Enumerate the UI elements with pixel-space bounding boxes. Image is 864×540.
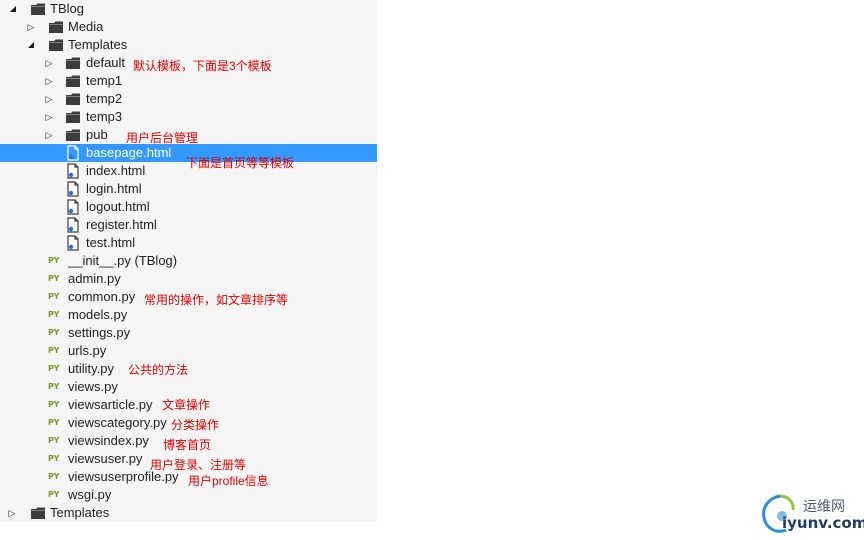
python-file-icon: PY xyxy=(48,382,60,391)
tree-item[interactable]: PY wsgi.py xyxy=(0,486,377,504)
expanded-arrow-icon[interactable]: ◢ xyxy=(7,0,19,18)
tree-item-label: Templates xyxy=(68,37,128,52)
tree-item-label: logout.html xyxy=(86,199,150,214)
html-file-icon xyxy=(65,235,81,251)
folder-icon xyxy=(48,19,64,35)
tree-item-label: wsgi.py xyxy=(68,487,112,502)
tree-item[interactable]: ▷ Templates xyxy=(0,504,377,522)
tree-item-label: default xyxy=(86,55,126,70)
python-file-icon: PY xyxy=(48,400,60,409)
collapsed-arrow-icon[interactable]: ▷ xyxy=(6,504,18,522)
html-file-icon xyxy=(65,181,81,197)
tree-item[interactable]: register.html xyxy=(0,216,377,234)
tree-item[interactable]: ▷ temp2 xyxy=(0,90,377,108)
tree-item-label: temp1 xyxy=(86,73,123,88)
watermark-site-name: 运维网 xyxy=(803,499,845,515)
tree-item-label: models.py xyxy=(68,307,128,322)
collapsed-arrow-icon[interactable]: ▷ xyxy=(43,72,55,90)
collapsed-arrow-icon[interactable]: ▷ xyxy=(25,18,37,36)
tree-item[interactable]: PY utility.py xyxy=(0,360,377,378)
html-file-icon xyxy=(65,163,81,179)
collapsed-arrow-icon[interactable]: ▷ xyxy=(43,108,55,126)
tree-item-label: TBlog xyxy=(50,1,84,16)
folder-icon xyxy=(65,109,81,125)
folder-icon xyxy=(30,1,46,17)
tree-item-label: viewscategory.py xyxy=(68,415,167,430)
tree-item-label: register.html xyxy=(86,217,157,232)
note-viewsuser: 用户登录、注册等 xyxy=(150,458,247,472)
folder-icon xyxy=(65,73,81,89)
tree-item-label: urls.py xyxy=(68,343,107,358)
tree-item-label: login.html xyxy=(86,181,142,196)
tree-item[interactable]: ▷ Media xyxy=(0,18,377,36)
collapsed-arrow-icon[interactable]: ▷ xyxy=(43,126,55,144)
note-viewsarticle: 文章操作 xyxy=(162,398,211,412)
tree-item-label: settings.py xyxy=(68,325,131,340)
tree-item[interactable]: logout.html xyxy=(0,198,377,216)
folder-icon xyxy=(65,91,81,107)
tree-item[interactable]: PY settings.py xyxy=(0,324,377,342)
tree-item[interactable]: ▷ temp3 xyxy=(0,108,377,126)
tree-item-label: temp2 xyxy=(86,91,123,106)
tree-item[interactable]: login.html xyxy=(0,180,377,198)
tree-item[interactable]: ◢ Templates xyxy=(0,36,377,54)
tree-item-label: Media xyxy=(68,19,104,34)
python-file-icon: PY xyxy=(48,436,60,445)
note-viewsindex: 博客首页 xyxy=(163,438,212,452)
tree-item[interactable]: PY models.py xyxy=(0,306,377,324)
python-file-icon: PY xyxy=(48,310,60,319)
tree-item-label: viewsindex.py xyxy=(68,433,149,448)
html-file-icon xyxy=(65,199,81,215)
watermark-domain: iyunv.com xyxy=(782,514,864,532)
tree-item[interactable]: ◢ TBlog xyxy=(0,0,377,18)
tree-item-label: test.html xyxy=(86,235,136,250)
tree-item[interactable]: PY urls.py xyxy=(0,342,377,360)
note-viewsuserprofile: 用户profile信息 xyxy=(188,474,269,488)
tree-item[interactable]: ▷ temp1 xyxy=(0,72,377,90)
python-file-icon: PY xyxy=(48,256,60,265)
tree-item-label: basepage.html xyxy=(86,145,172,160)
python-file-icon: PY xyxy=(48,490,60,499)
tree-item[interactable]: PY admin.py xyxy=(0,270,377,288)
python-file-icon: PY xyxy=(48,328,60,337)
tree-item[interactable]: PY views.py xyxy=(0,378,377,396)
watermark-logo: 运维网 iyunv.com xyxy=(760,490,864,536)
note-html-templates: 下面是首页等等模板 xyxy=(186,156,295,170)
note-default-templates: 默认模板，下面是3个模板 xyxy=(133,59,272,73)
tree-item-label: __init__.py (TBlog) xyxy=(68,253,178,268)
python-file-icon: PY xyxy=(48,454,60,463)
python-file-icon: PY xyxy=(48,346,60,355)
note-viewscategory: 分类操作 xyxy=(171,418,220,432)
collapsed-arrow-icon[interactable]: ▷ xyxy=(43,54,55,72)
tree-item[interactable]: test.html xyxy=(0,234,377,252)
tree-item-label: pub xyxy=(86,127,108,142)
python-file-icon: PY xyxy=(48,274,60,283)
folder-icon xyxy=(30,505,46,521)
expanded-arrow-icon[interactable]: ◢ xyxy=(25,36,37,54)
python-file-icon: PY xyxy=(48,418,60,427)
note-common: 常用的操作，如文章排序等 xyxy=(144,293,289,307)
note-pub-admin: 用户后台管理 xyxy=(126,131,199,145)
html-file-icon xyxy=(65,217,81,233)
tree-item-label: index.html xyxy=(86,163,146,178)
collapsed-arrow-icon[interactable]: ▷ xyxy=(43,90,55,108)
tree-item-label: common.py xyxy=(68,289,136,304)
python-file-icon: PY xyxy=(48,364,60,373)
tree-item-label: viewsarticle.py xyxy=(68,397,153,412)
python-file-icon: PY xyxy=(48,472,60,481)
folder-icon xyxy=(48,37,64,53)
tree-item-label: admin.py xyxy=(68,271,121,286)
tree-item-label: utility.py xyxy=(68,361,114,376)
tree-item-label: Templates xyxy=(50,505,110,520)
folder-icon xyxy=(65,55,81,71)
python-file-icon: PY xyxy=(48,292,60,301)
note-utility: 公共的方法 xyxy=(128,363,189,377)
tree-item[interactable]: PY __init__.py (TBlog) xyxy=(0,252,377,270)
tree-item-label: temp3 xyxy=(86,109,123,124)
tree-item-label: views.py xyxy=(68,379,118,394)
html-file-icon xyxy=(65,145,81,161)
folder-icon xyxy=(65,127,81,143)
tree-item-label: viewsuser.py xyxy=(68,451,143,466)
